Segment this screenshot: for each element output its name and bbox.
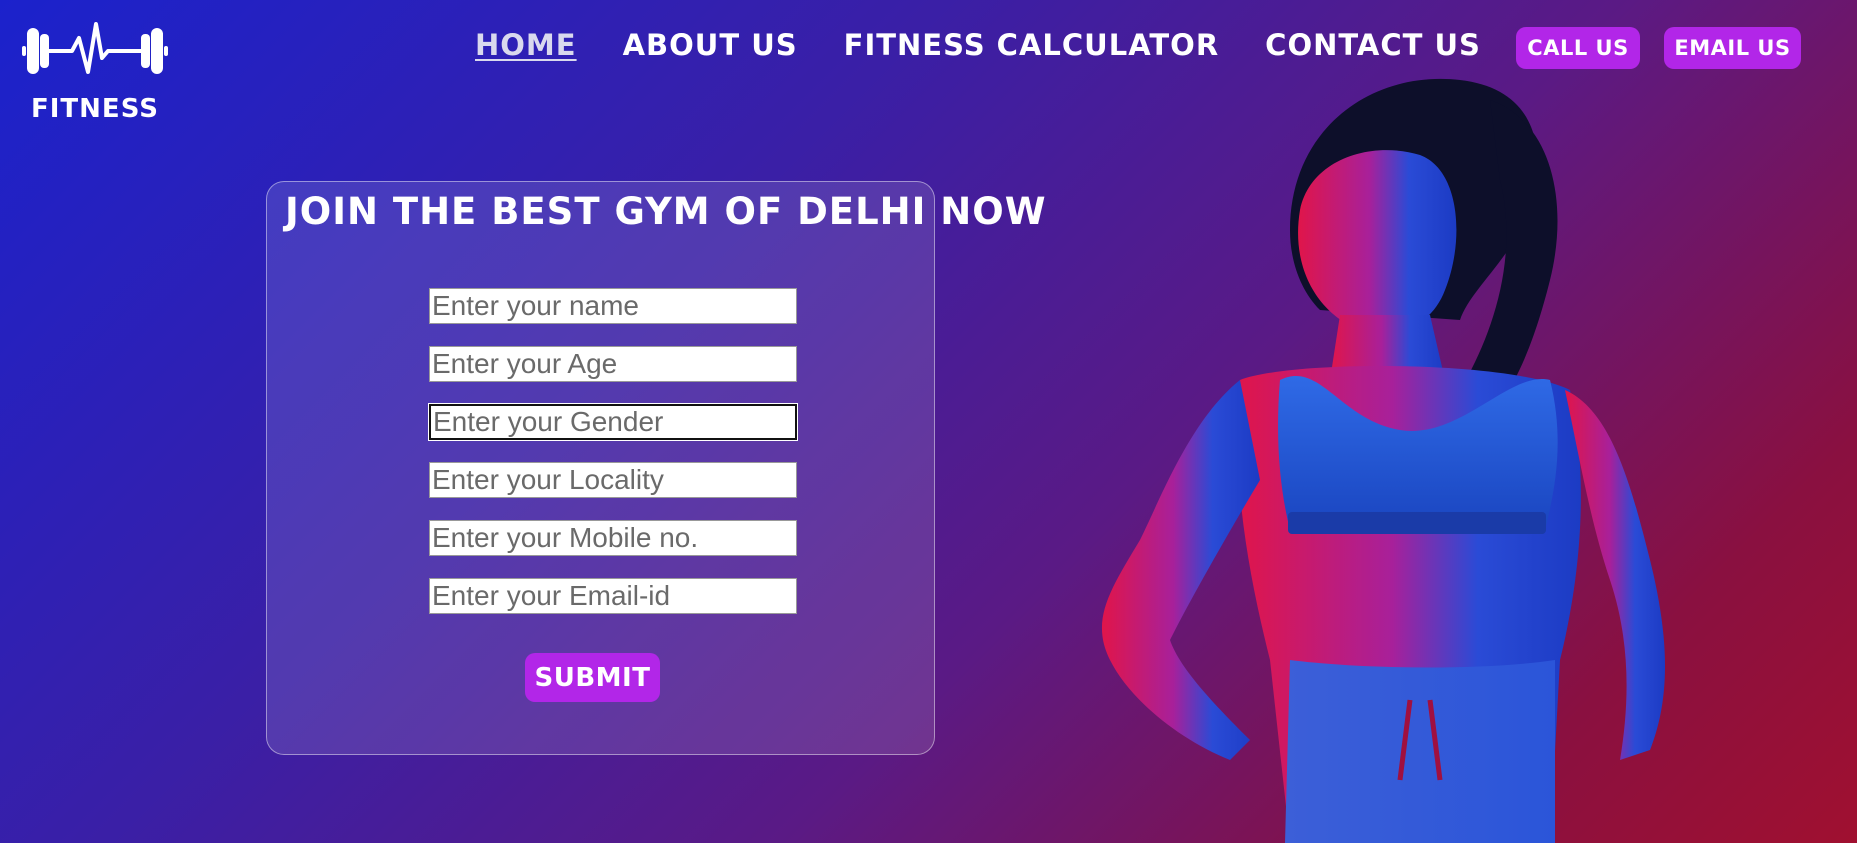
name-field[interactable] <box>429 288 797 324</box>
nav-about-us[interactable]: ABOUT US <box>623 28 798 62</box>
locality-field[interactable] <box>429 462 797 498</box>
submit-button[interactable]: SUBMIT <box>525 653 660 702</box>
nav-contact-us[interactable]: CONTACT US <box>1265 28 1481 62</box>
join-form-card: JOIN THE BEST GYM OF DELHI NOW SUBMIT <box>266 181 1046 755</box>
main-nav: HOME ABOUT US FITNESS CALCULATOR CONTACT… <box>475 28 1481 62</box>
brand-logo[interactable]: FITNESS <box>22 18 168 124</box>
email-field[interactable] <box>429 578 797 614</box>
mobile-field[interactable] <box>429 520 797 556</box>
dumbbell-heartbeat-icon <box>22 22 168 74</box>
age-field[interactable] <box>429 346 797 382</box>
brand-name: FITNESS <box>31 94 159 124</box>
form-title: JOIN THE BEST GYM OF DELHI NOW <box>285 190 1047 233</box>
nav-fitness-calculator[interactable]: FITNESS CALCULATOR <box>844 28 1220 62</box>
nav-home[interactable]: HOME <box>475 28 577 62</box>
hero-athlete-image <box>1101 78 1665 843</box>
gender-field[interactable] <box>429 404 797 440</box>
